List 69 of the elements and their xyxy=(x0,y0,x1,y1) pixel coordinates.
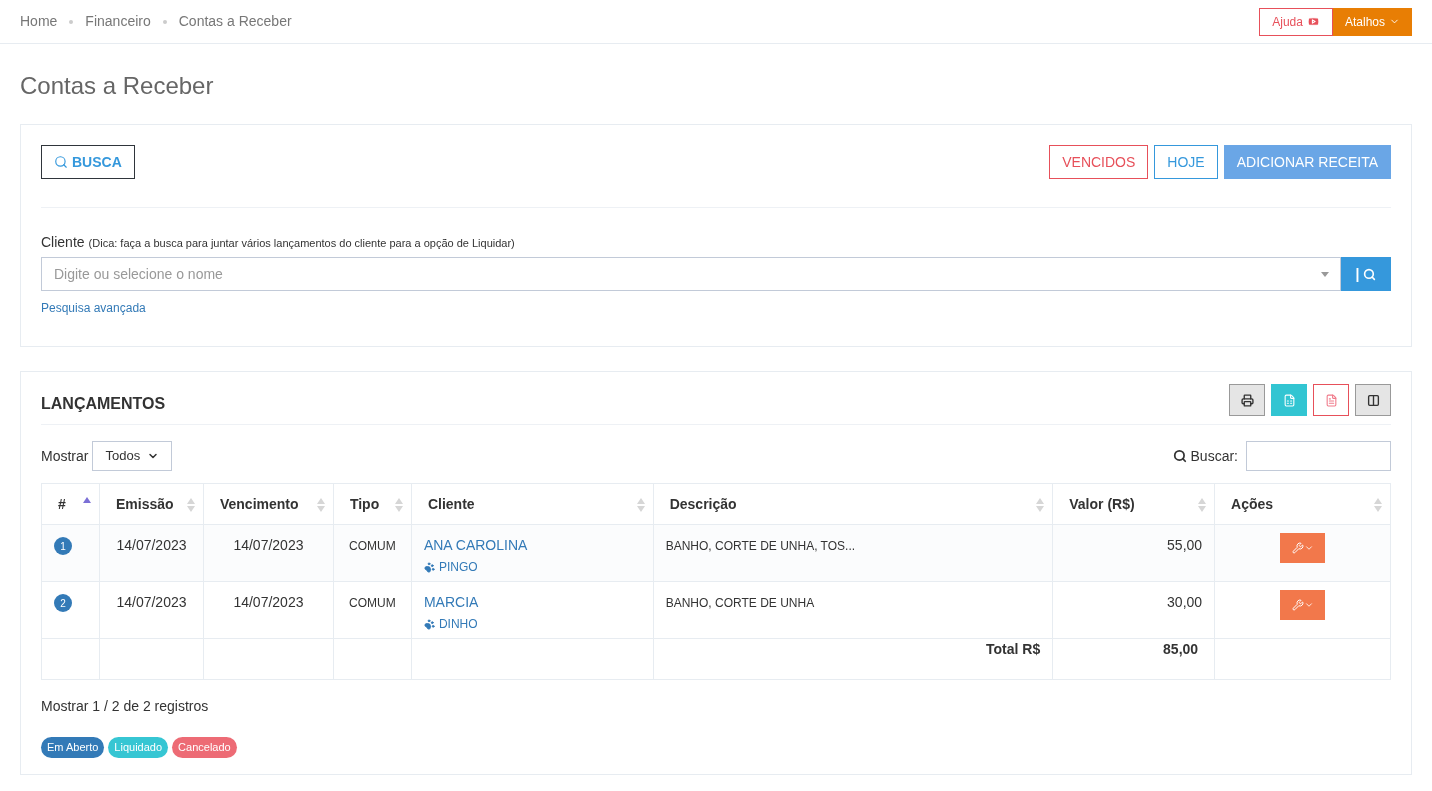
column-header[interactable]: Valor (R$) xyxy=(1052,483,1215,525)
advanced-search-link[interactable]: Pesquisa avançada xyxy=(41,299,146,317)
page-title: Contas a Receber xyxy=(20,71,215,101)
breadcrumb-link[interactable]: Financeiro xyxy=(85,11,151,32)
client-hint: (Dica: faça a busca para juntar vários lançamentos do cliente para a opção de Liquidar) xyxy=(88,236,515,251)
action-button[interactable]: HOJE xyxy=(1154,145,1218,179)
video-icon xyxy=(1306,15,1320,28)
column-header[interactable]: # xyxy=(41,483,100,525)
pet-link[interactable]: PINGO xyxy=(438,558,478,576)
page-size-select[interactable]: Todos xyxy=(92,441,173,471)
table-cell: 30,00 xyxy=(1052,581,1215,639)
client-link[interactable]: MARCIA xyxy=(423,592,641,613)
action-button[interactable]: VENCIDOS xyxy=(1049,145,1149,179)
table-cell: 14/07/2023 xyxy=(99,581,204,639)
pet-link[interactable]: DINHO xyxy=(438,615,478,633)
breadcrumb-link[interactable]: Home xyxy=(20,11,58,32)
column-header[interactable]: Cliente xyxy=(411,483,654,525)
search-icon xyxy=(1172,449,1187,463)
status-badge: Cancelado xyxy=(172,737,237,758)
table-cell: 14/07/2023 xyxy=(99,524,204,582)
shortcuts-button[interactable]: Atalhos xyxy=(1332,7,1412,36)
action-button[interactable]: ADICIONAR RECEITA xyxy=(1223,145,1391,179)
column-header[interactable]: Emissão xyxy=(99,483,204,525)
panel-title: LANÇAMENTOS xyxy=(41,394,166,414)
total-value: 85,00 xyxy=(1052,638,1215,680)
total-label: Total R$ xyxy=(653,638,1053,680)
client-label: Cliente xyxy=(41,233,85,252)
columns-icon xyxy=(1366,393,1380,407)
column-header[interactable]: Tipo xyxy=(333,483,412,525)
actions-menu-button[interactable] xyxy=(1280,590,1326,620)
columns-button[interactable] xyxy=(1355,384,1391,416)
pdf-file-icon xyxy=(1324,393,1338,407)
table-cell: BANHO, CORTE DE UNHA, TOS... xyxy=(653,524,1053,582)
client-search-button[interactable]: | xyxy=(1341,257,1391,291)
print-button[interactable] xyxy=(1229,384,1265,416)
search-button[interactable]: BUSCA xyxy=(41,145,135,179)
table-cell: COMUM xyxy=(333,524,412,582)
dropdown-caret-icon xyxy=(1321,272,1329,277)
client-select[interactable]: Digite ou selecione o nome xyxy=(41,257,1341,291)
table-search-field[interactable] xyxy=(1246,441,1391,471)
status-badge: Liquidado xyxy=(108,737,169,758)
table-cell: 14/07/2023 xyxy=(203,581,334,639)
pdf-export-button[interactable] xyxy=(1313,384,1349,416)
table-cell: 14/07/2023 xyxy=(203,524,334,582)
help-button[interactable]: Ajuda xyxy=(1259,7,1333,36)
excel-export-button[interactable] xyxy=(1271,384,1307,416)
show-label: Mostrar xyxy=(41,446,89,466)
column-header[interactable]: Descrição xyxy=(653,483,1053,525)
table-cell: BANHO, CORTE DE UNHA xyxy=(653,581,1053,639)
table-cell: 55,00 xyxy=(1052,524,1215,582)
actions-menu-button[interactable] xyxy=(1280,533,1326,563)
wrench-icon xyxy=(1291,542,1304,554)
printer-icon xyxy=(1240,393,1254,407)
status-badge: Em Aberto xyxy=(41,737,105,758)
search-label: Buscar: xyxy=(1190,446,1238,466)
search-icon xyxy=(1363,267,1377,281)
search-icon xyxy=(54,155,68,169)
breadcrumb-link[interactable]: Contas a Receber xyxy=(178,11,292,32)
column-header[interactable]: Ações xyxy=(1214,483,1391,525)
chevron-down-icon xyxy=(1303,600,1314,610)
records-summary: Mostrar 1 / 2 de 2 registros xyxy=(41,697,210,716)
spreadsheet-icon xyxy=(1282,393,1296,407)
wrench-icon xyxy=(1291,599,1304,611)
client-link[interactable]: ANA CAROLINA xyxy=(423,535,641,556)
paw-icon xyxy=(423,618,435,630)
paw-icon xyxy=(423,561,435,573)
column-header[interactable]: Vencimento xyxy=(203,483,334,525)
table-cell: COMUM xyxy=(333,581,412,639)
chevron-down-icon xyxy=(1303,543,1314,553)
